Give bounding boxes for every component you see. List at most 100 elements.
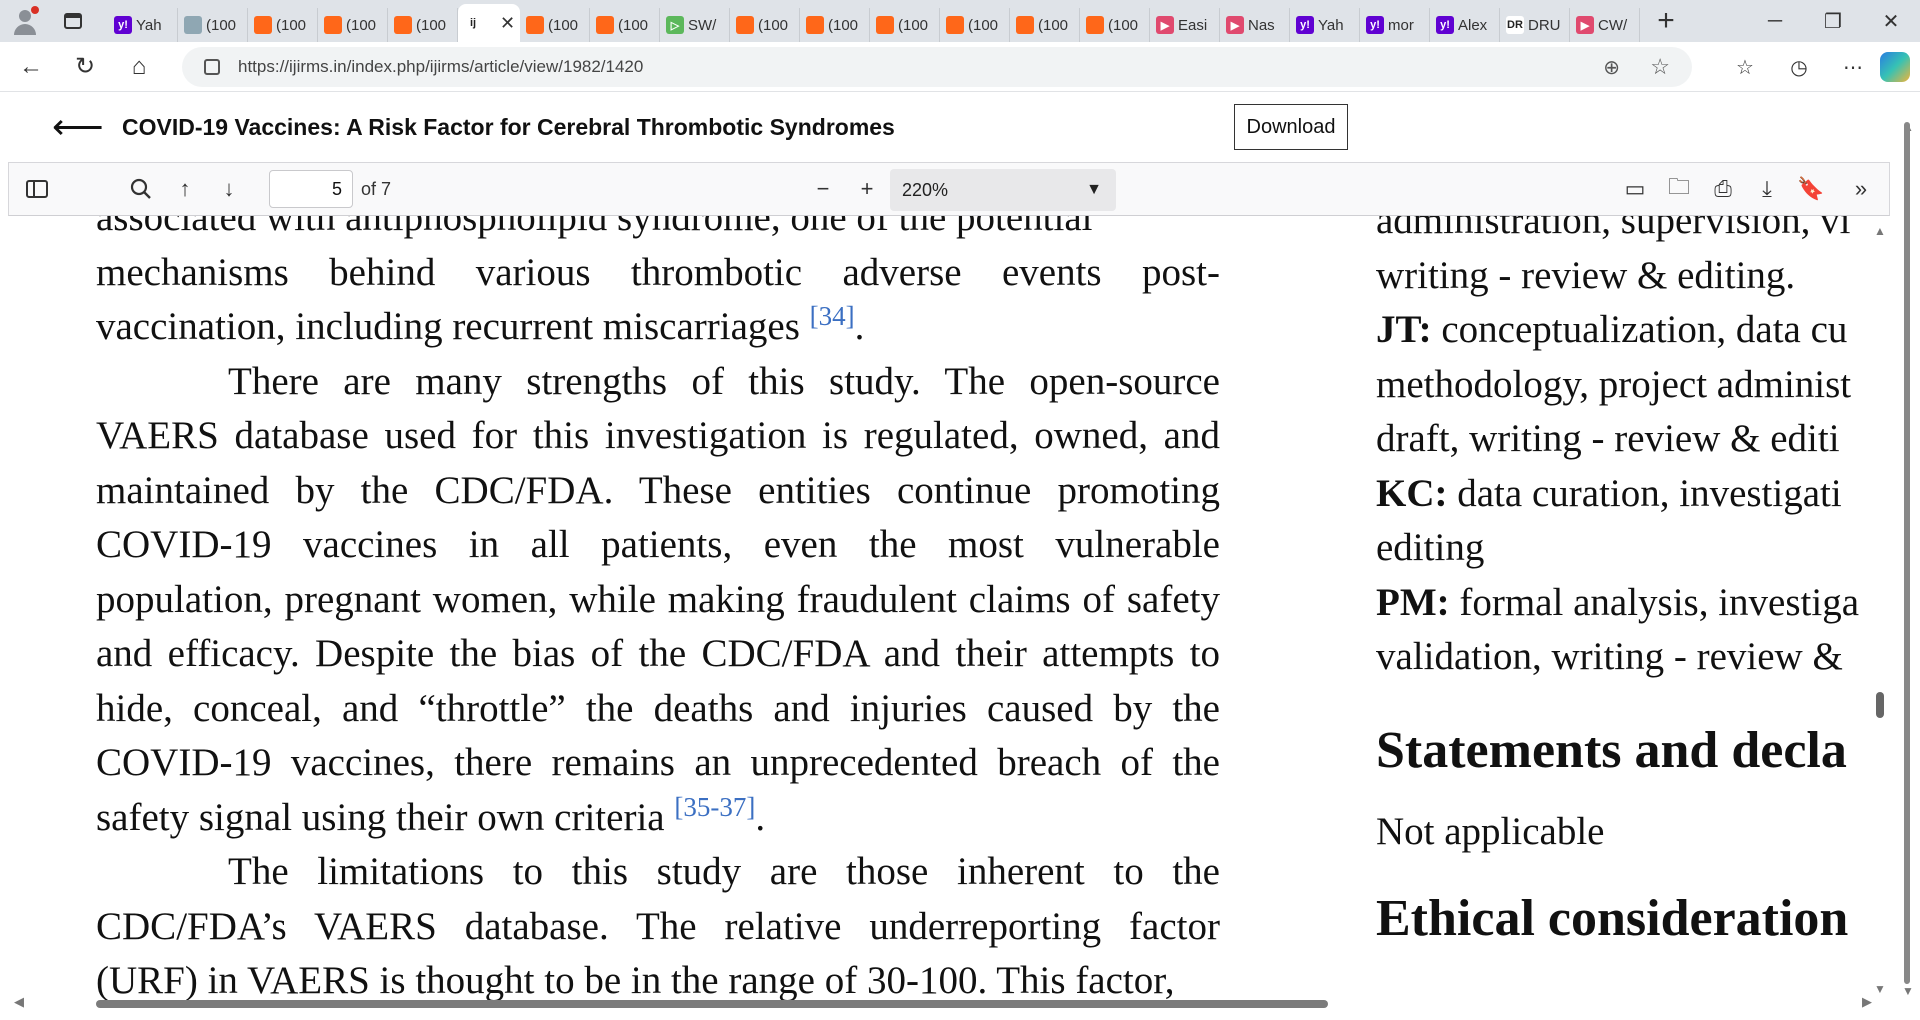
browser-tab[interactable]: ▷ SW/ — [660, 8, 730, 42]
url-text[interactable]: https://ijirms.in/index.php/ijirms/artic… — [238, 57, 643, 77]
window-controls: ─ ❐ ✕ — [1746, 0, 1920, 42]
browser-tab[interactable]: y! Yah — [1290, 8, 1360, 42]
author-pm-label: PM: — [1376, 580, 1450, 624]
print-icon[interactable]: ⎙ — [1701, 169, 1745, 209]
browser-tab[interactable]: (100 — [800, 8, 870, 42]
tab-label: (100 — [1038, 16, 1069, 34]
zoom-value: 220% — [902, 179, 949, 200]
zoom-select[interactable]: 220% ▼ — [890, 169, 1116, 211]
journal-icon: ij — [464, 14, 482, 32]
paragraph-2-text: There are many strengths of this study. … — [96, 359, 1220, 839]
page-scroll-down-arrow-icon[interactable]: ▼ — [1902, 984, 1914, 998]
zoom-in-plus-icon[interactable]: + — [845, 169, 889, 209]
close-window-icon[interactable]: ✕ — [1862, 0, 1920, 42]
browser-tab[interactable]: ▶ Easi — [1150, 8, 1220, 42]
browser-tab[interactable]: (100 — [1010, 8, 1080, 42]
tab-label: (100 — [758, 16, 789, 34]
profile-avatar-icon[interactable] — [8, 4, 42, 38]
bookmark-icon[interactable]: 🔖 — [1789, 169, 1833, 209]
tab-list: y! Yah (100 (100 (100 (100 ij ✕ (100 (100 ▷ SW/(100… — [108, 0, 1640, 42]
zoom-out-minus-icon[interactable]: − — [801, 169, 845, 209]
author-kc-text: data curation, investigati — [1447, 471, 1842, 515]
open-file-icon[interactable]: 🗀 — [1657, 169, 1701, 209]
lock-icon[interactable] — [204, 59, 220, 75]
page-scroll-thumb[interactable] — [1904, 122, 1910, 984]
browser-tab[interactable]: (100 — [248, 8, 318, 42]
download-button[interactable]: Download — [1234, 104, 1348, 150]
tab-label: Yah — [136, 16, 162, 34]
browser-tab[interactable]: (100 — [520, 8, 590, 42]
substack-icon — [876, 16, 894, 34]
browser-tab[interactable]: (100 — [870, 8, 940, 42]
close-tab-icon[interactable]: ✕ — [500, 13, 515, 34]
tab-label: DRU — [1528, 16, 1561, 34]
tab-label: Yah — [1318, 16, 1344, 34]
more-menu-icon[interactable]: ⋯ — [1826, 47, 1880, 87]
browser-tab[interactable]: (100 — [590, 8, 660, 42]
browser-tab[interactable]: (100 — [178, 8, 248, 42]
pdf-vertical-scrollbar[interactable]: ▲ ▼ — [1870, 220, 1890, 1000]
browser-tab[interactable]: y! mor — [1360, 8, 1430, 42]
video-icon: ▶ — [1156, 16, 1174, 34]
reference-35-37-link[interactable]: [35-37] — [674, 792, 755, 822]
tab-label: (100 — [618, 16, 649, 34]
browser-tab[interactable]: ▶ Nas — [1220, 8, 1290, 42]
new-tab-plus-icon[interactable]: + — [1646, 6, 1686, 36]
copilot-icon[interactable] — [1880, 52, 1910, 82]
substack-icon — [1086, 16, 1104, 34]
favorites-bar-icon[interactable]: ☆ — [1718, 47, 1772, 87]
substack-icon — [526, 16, 544, 34]
scroll-right-arrow-icon[interactable]: ▶ — [1862, 994, 1872, 1010]
find-search-icon[interactable] — [119, 169, 163, 209]
tab-label: (100 — [548, 16, 579, 34]
sidebar-toggle-icon[interactable] — [15, 169, 59, 209]
yahoo-icon: y! — [1296, 16, 1314, 34]
tab-label: (100 — [968, 16, 999, 34]
save-download-icon[interactable]: ⤓ — [1745, 169, 1789, 209]
reference-34-link[interactable]: [34] — [810, 301, 855, 331]
horizontal-scroll-thumb[interactable] — [96, 1000, 1328, 1008]
page-number-input[interactable]: 5 — [269, 170, 353, 208]
tools-overflow-icon[interactable]: » — [1839, 169, 1883, 209]
address-bar[interactable]: https://ijirms.in/index.php/ijirms/artic… — [182, 47, 1692, 87]
scroll-up-arrow-icon[interactable]: ▲ — [1874, 224, 1886, 238]
scroll-thumb[interactable] — [1876, 692, 1884, 718]
tab-label: (100 — [898, 16, 929, 34]
minimize-icon[interactable]: ─ — [1746, 0, 1804, 42]
zoom-magnifier-icon[interactable]: ⊕ — [1603, 55, 1620, 80]
tab-label: Nas — [1248, 16, 1275, 34]
home-icon[interactable]: ⌂ — [116, 47, 162, 87]
left-column-text: associated with antiphospholipid syndrom… — [96, 216, 1220, 1006]
browser-tab[interactable]: (100 — [940, 8, 1010, 42]
browser-tab[interactable]: y! Yah — [108, 8, 178, 42]
favorite-star-icon[interactable]: ☆ — [1650, 54, 1670, 80]
browser-tab[interactable]: ▶ CW/ — [1570, 8, 1640, 42]
substack-icon — [736, 16, 754, 34]
browser-tab[interactable]: (100 — [1080, 8, 1150, 42]
contribution-pm: PM: formal analysis, investiga — [1376, 576, 1890, 631]
presentation-mode-icon[interactable]: ▭ — [1613, 169, 1657, 209]
browser-tab[interactable]: DR DRU — [1500, 8, 1570, 42]
pdf-horizontal-scrollbar[interactable]: ◀ ▶ — [8, 992, 1878, 1014]
contribution-line: writing - review & editing. — [1376, 253, 1796, 297]
tab-label: CW/ — [1598, 16, 1628, 34]
substack-icon — [254, 16, 272, 34]
next-page-arrow-icon[interactable]: ↓ — [207, 169, 251, 209]
page-vertical-scrollbar[interactable]: ▲ ▼ — [1895, 116, 1920, 1020]
restore-icon[interactable]: ❐ — [1804, 0, 1862, 42]
substack-icon — [596, 16, 614, 34]
tab-actions-icon[interactable] — [56, 6, 90, 36]
browser-tab[interactable]: (100 — [318, 8, 388, 42]
browser-tab[interactable]: ij ✕ — [458, 4, 520, 42]
history-icon[interactable]: ◷ — [1772, 47, 1826, 87]
previous-page-arrow-icon[interactable]: ↑ — [163, 169, 207, 209]
scroll-left-arrow-icon[interactable]: ◀ — [14, 994, 24, 1010]
article-back-arrow-icon[interactable]: ⟵ — [52, 106, 104, 148]
refresh-icon[interactable]: ↻ — [62, 47, 108, 87]
pdf-viewport[interactable]: associated with antiphospholipid syndrom… — [8, 216, 1890, 1006]
tab-label: mor — [1388, 16, 1414, 34]
browser-tab[interactable]: y! Alex — [1430, 8, 1500, 42]
back-arrow-icon[interactable]: ← — [8, 47, 54, 87]
browser-tab[interactable]: (100 — [730, 8, 800, 42]
browser-tab[interactable]: (100 — [388, 8, 458, 42]
